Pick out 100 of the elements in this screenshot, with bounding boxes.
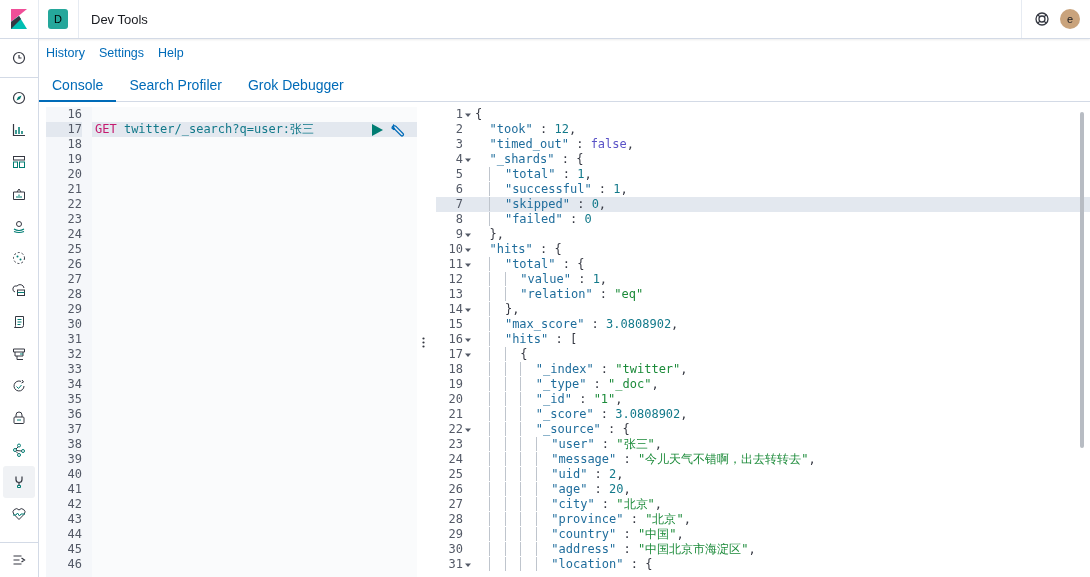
code-line: "uid" : 2, bbox=[472, 467, 1090, 482]
line-number: 22 bbox=[66, 197, 82, 212]
line-number: 21 bbox=[447, 407, 463, 422]
line-number: 2 bbox=[454, 122, 463, 137]
code-line: "timed_out" : false, bbox=[488, 137, 635, 152]
line-number: 4 bbox=[454, 152, 463, 167]
line-number: 25 bbox=[66, 242, 82, 257]
line-number: 19 bbox=[447, 377, 463, 392]
user-avatar[interactable]: e bbox=[1060, 9, 1080, 29]
line-number: 25 bbox=[447, 467, 463, 482]
line-number: 1 bbox=[454, 107, 463, 122]
line-number: 24 bbox=[447, 452, 463, 467]
code-line: "location" : { bbox=[472, 557, 1090, 572]
line-number: 16 bbox=[66, 107, 82, 122]
code-line: "total" : 1, bbox=[472, 167, 1090, 182]
tab[interactable]: Console bbox=[39, 70, 117, 102]
line-number: 46 bbox=[66, 557, 82, 572]
code-line: "user" : "张三", bbox=[472, 437, 1090, 452]
line-number: 26 bbox=[447, 482, 463, 497]
line-number: 16 bbox=[447, 332, 463, 347]
line-number: 35 bbox=[66, 392, 82, 407]
line-number: 9 bbox=[454, 227, 463, 242]
code-line: "_type" : "_doc", bbox=[472, 377, 1090, 392]
line-number: 43 bbox=[66, 512, 82, 527]
logo-icon[interactable] bbox=[11, 9, 27, 29]
page-title: Dev Tools bbox=[90, 11, 149, 27]
bar-chart-icon bbox=[11, 122, 27, 138]
code-line: { bbox=[474, 107, 484, 122]
line-number: 22 bbox=[447, 422, 463, 437]
line-number: 27 bbox=[447, 497, 463, 512]
line-number: 39 bbox=[66, 452, 82, 467]
line-number: 8 bbox=[454, 212, 463, 227]
code-line: "_index" : "twitter", bbox=[472, 362, 1090, 377]
collapse-menu-icon bbox=[11, 552, 27, 568]
code-line: "value" : 1, bbox=[472, 272, 1090, 287]
line-number: 18 bbox=[447, 362, 463, 377]
heartbeat-icon bbox=[11, 506, 27, 522]
line-number: 31 bbox=[447, 557, 463, 572]
line-number: 23 bbox=[447, 437, 463, 452]
line-number: 45 bbox=[66, 542, 82, 557]
code-line: "skipped" : 0, bbox=[472, 197, 1090, 212]
easel-icon bbox=[11, 186, 27, 202]
line-number: 29 bbox=[447, 527, 463, 542]
scrollbar[interactable] bbox=[1080, 112, 1084, 448]
space-avatar[interactable]: D bbox=[48, 9, 68, 29]
line-number: 26 bbox=[66, 257, 82, 272]
help-icon[interactable] bbox=[1034, 11, 1050, 27]
code-line: "failed" : 0 bbox=[472, 212, 1090, 227]
code-line: "hits" : { bbox=[488, 242, 563, 257]
line-number: 42 bbox=[66, 497, 82, 512]
line-number: 19 bbox=[66, 152, 82, 167]
line-number: 24 bbox=[66, 227, 82, 242]
code-line: }, bbox=[488, 227, 505, 242]
map-pin-icon bbox=[11, 218, 27, 234]
line-number: 20 bbox=[447, 392, 463, 407]
line-number: 12 bbox=[447, 272, 463, 287]
line-number: 29 bbox=[66, 302, 82, 317]
cloud-icon bbox=[11, 282, 27, 298]
line-number: 28 bbox=[447, 512, 463, 527]
tab[interactable]: Search Profiler bbox=[116, 70, 235, 102]
line-number: 10 bbox=[447, 242, 463, 257]
code-line: }, bbox=[472, 302, 1090, 317]
line-number: 17 bbox=[447, 347, 463, 362]
line-number: 31 bbox=[66, 332, 82, 347]
line-number: 14 bbox=[447, 302, 463, 317]
code-line: "address" : "中国北京市海淀区", bbox=[472, 542, 1090, 557]
wrench-icon[interactable] bbox=[391, 122, 405, 137]
line-number: 27 bbox=[66, 272, 82, 287]
menu-link[interactable]: Settings bbox=[98, 46, 145, 70]
dotted-circle-icon bbox=[11, 250, 27, 266]
code-line: "relation" : "eq" bbox=[472, 287, 1090, 302]
clock-icon bbox=[11, 50, 27, 66]
code-line: "city" : "北京", bbox=[472, 497, 1090, 512]
line-number: 3 bbox=[454, 137, 463, 152]
line-number: 33 bbox=[66, 362, 82, 377]
code-line: "message" : "今儿天气不错啊，出去转转去", bbox=[472, 452, 1090, 467]
line-number: 40 bbox=[66, 467, 82, 482]
line-number: 21 bbox=[66, 182, 82, 197]
line-number: 20 bbox=[66, 167, 82, 182]
refresh-check-icon bbox=[11, 378, 27, 394]
line-number: 6 bbox=[454, 182, 463, 197]
code-line: "hits" : [ bbox=[472, 332, 1090, 347]
compass-icon bbox=[11, 90, 27, 106]
code-line: "successful" : 1, bbox=[472, 182, 1090, 197]
code-line: "_source" : { bbox=[472, 422, 1090, 437]
tab[interactable]: Grok Debugger bbox=[234, 70, 357, 102]
document-icon bbox=[11, 314, 27, 330]
code-line: "max_score" : 3.0808902, bbox=[472, 317, 1090, 332]
code-line: "province" : "北京", bbox=[472, 512, 1090, 527]
line-number: 41 bbox=[66, 482, 82, 497]
drag-handle-icon[interactable] bbox=[421, 336, 425, 348]
code-line: "_score" : 3.0808902, bbox=[472, 407, 1090, 422]
code-line: GET twitter/_search?q=user:张三 bbox=[94, 122, 316, 137]
line-number: 17 bbox=[66, 122, 82, 137]
line-number: 28 bbox=[66, 287, 82, 302]
menu-link[interactable]: History bbox=[46, 46, 85, 70]
menu-link[interactable]: Help bbox=[158, 46, 184, 70]
play-icon[interactable] bbox=[372, 123, 383, 136]
lock-icon bbox=[11, 410, 27, 426]
line-number: 38 bbox=[66, 437, 82, 452]
